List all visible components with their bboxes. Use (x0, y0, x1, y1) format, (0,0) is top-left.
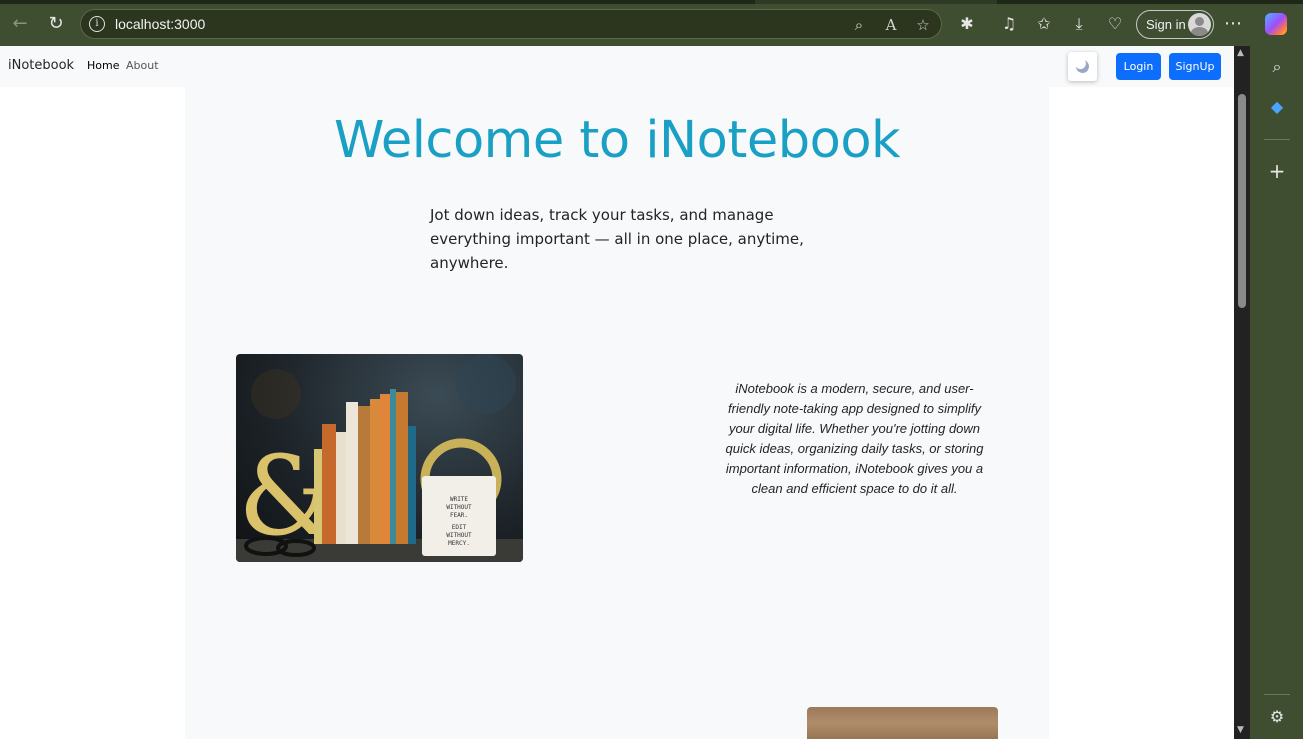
search-icon[interactable]: ⌕ (1266, 56, 1288, 78)
nav-link-home[interactable]: Home (87, 59, 119, 72)
read-aloud-icon[interactable]: A (881, 15, 901, 35)
browser-essentials-icon[interactable]: ♡ (1104, 13, 1126, 35)
about-description: iNotebook is a modern, secure, and user-… (725, 381, 984, 496)
scrollbar-thumb[interactable] (1238, 94, 1246, 308)
shopping-tag-icon[interactable]: ◆ (1266, 96, 1288, 118)
address-bar[interactable]: i localhost:3000 ⌕ A ☆ (80, 9, 942, 39)
books-photo: & WRITE WITHOUT FEAR. EDIT WITHOUT MERCY… (236, 354, 523, 562)
signup-button[interactable]: SignUp (1169, 53, 1221, 80)
books-illustration: & WRITE WITHOUT FEAR. EDIT WITHOUT MERCY… (236, 354, 523, 562)
login-button[interactable]: Login (1116, 53, 1161, 80)
add-icon[interactable]: + (1266, 160, 1288, 182)
mug-text-line-3: FEAR. (450, 512, 468, 519)
media-icon[interactable]: ♫ (998, 13, 1020, 35)
extensions-icon[interactable]: ✱ (956, 13, 978, 35)
profile-avatar-icon (1188, 13, 1211, 36)
browser-toolbar: ← ↻ i localhost:3000 ⌕ A ☆ ✱ ♫ ✩ ⤓ ♡ Sig… (0, 0, 1303, 46)
back-icon[interactable]: ← (8, 12, 32, 36)
address-url[interactable]: localhost:3000 (115, 16, 205, 32)
copilot-icon[interactable] (1265, 13, 1287, 35)
mug-text-line-2: WITHOUT (446, 504, 472, 511)
more-menu-icon[interactable]: ⋯ (1222, 13, 1244, 35)
sign-in-button[interactable]: Sign in (1136, 10, 1214, 39)
browser-side-panel: ⌕ ◆ + ⚙ (1250, 46, 1303, 739)
site-info-icon[interactable]: i (89, 16, 105, 32)
web-page: iNotebook Home About Login SignUp Welcom… (0, 46, 1234, 739)
refresh-icon[interactable]: ↻ (44, 12, 68, 36)
dark-mode-toggle-moon-icon[interactable] (1068, 52, 1097, 81)
tab-strip-edge (0, 0, 1303, 4)
favorites-icon[interactable]: ✩ (1033, 13, 1055, 35)
sign-in-label: Sign in (1146, 17, 1186, 32)
site-navbar: iNotebook Home About Login SignUp (0, 46, 1234, 87)
wood-photo (807, 707, 998, 739)
hero-title: Welcome to iNotebook (333, 111, 901, 170)
page-scrollbar[interactable]: ▲ ▼ (1234, 46, 1250, 739)
brand-logo[interactable]: iNotebook (8, 58, 74, 73)
hero-subtitle: Jot down ideas, track your tasks, and ma… (430, 206, 804, 272)
side-panel-divider (1264, 694, 1290, 695)
mug-text-line-1: WRITE (450, 496, 468, 503)
downloads-icon[interactable]: ⤓ (1068, 13, 1090, 35)
settings-gear-icon[interactable]: ⚙ (1266, 706, 1288, 728)
nav-link-about[interactable]: About (126, 59, 159, 72)
scroll-up-icon[interactable]: ▲ (1237, 48, 1244, 58)
mug-text-line-6: MERCY. (448, 540, 470, 547)
zoom-icon[interactable]: ⌕ (849, 15, 869, 35)
mug-text-line-4: EDIT (452, 524, 467, 531)
favorite-star-icon[interactable]: ☆ (913, 15, 933, 35)
mug-text-line-5: WITHOUT (446, 532, 472, 539)
side-panel-divider (1264, 139, 1290, 140)
scroll-down-icon[interactable]: ▼ (1237, 725, 1244, 735)
main-container: Welcome to iNotebook Jot down ideas, tra… (185, 87, 1049, 739)
